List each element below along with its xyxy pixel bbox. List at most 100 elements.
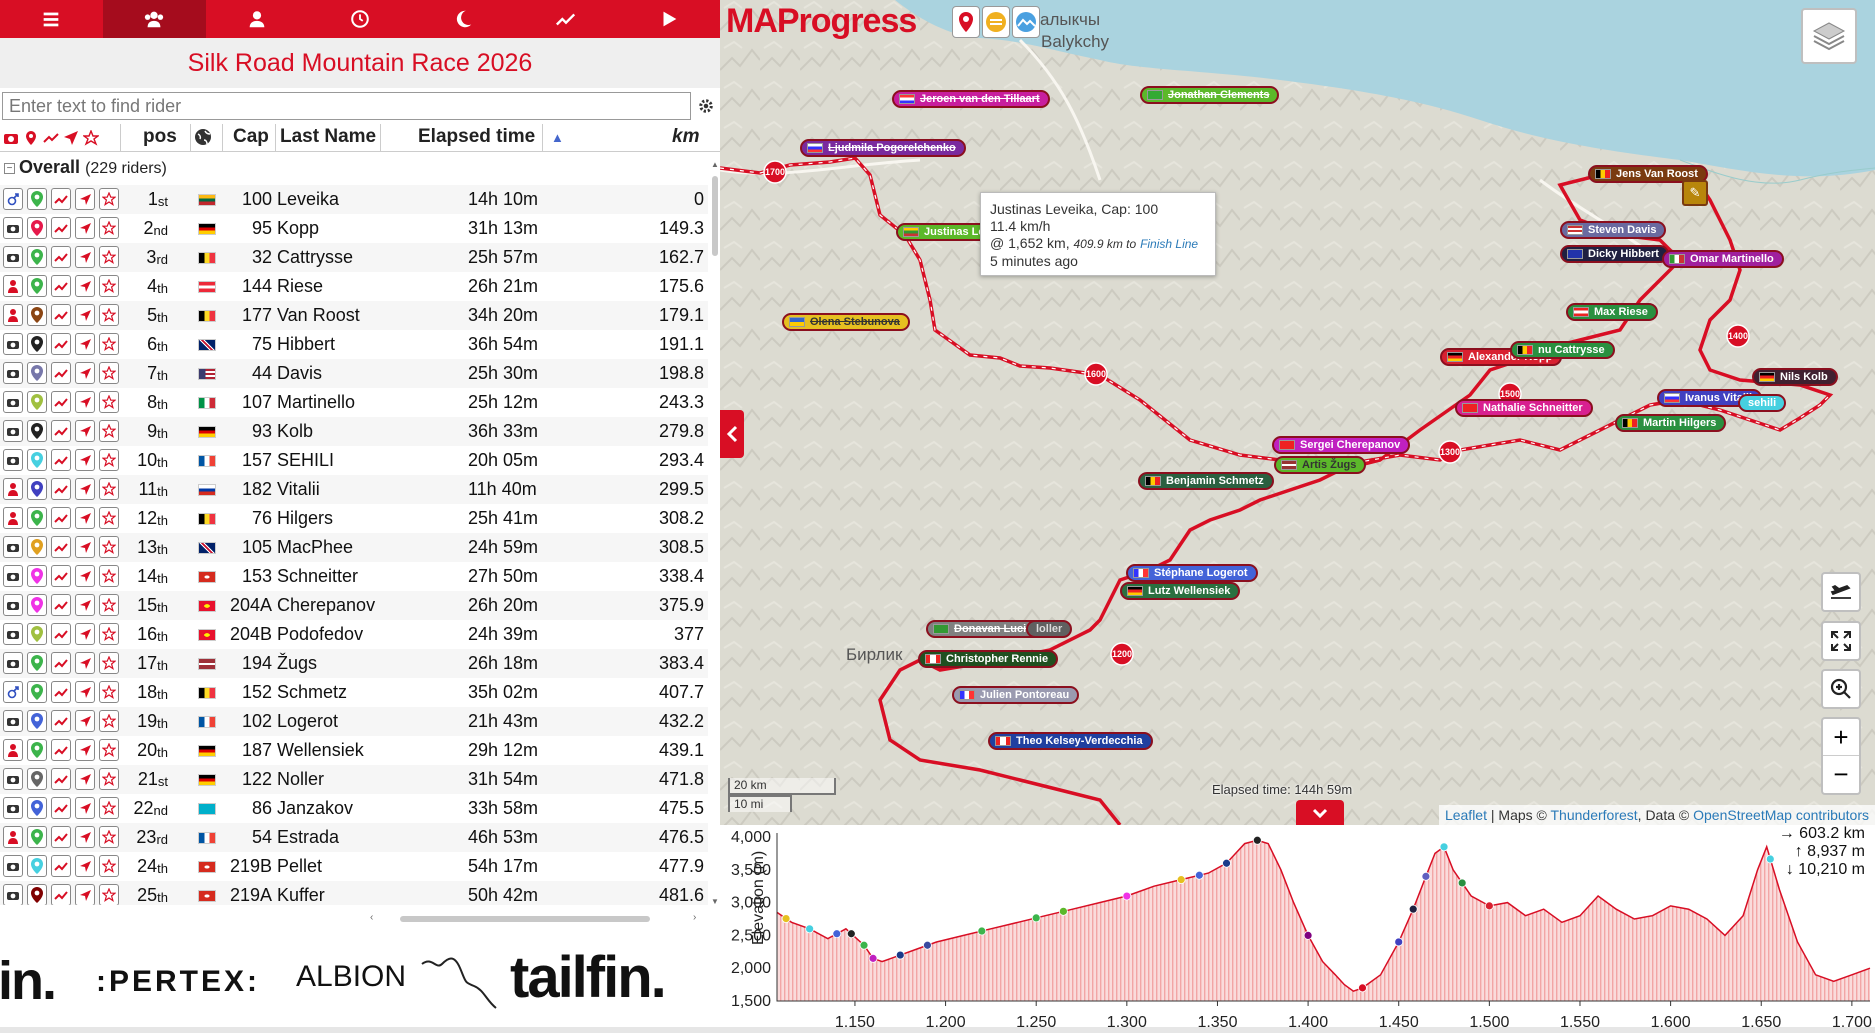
star-icon[interactable]	[99, 391, 119, 413]
table-row[interactable]: 23rd 54 Estrada 46h 53m 476.5	[0, 823, 708, 852]
navigate-icon[interactable]	[75, 362, 95, 384]
leaflet-link[interactable]: Leaflet	[1445, 807, 1487, 823]
rider-last-name[interactable]: Kuffer	[277, 885, 325, 905]
trend-icon[interactable]	[51, 333, 71, 355]
rider-elevation-marker[interactable]	[868, 953, 878, 963]
rider-label[interactable]: Dicky Hibbert	[1560, 245, 1669, 263]
pin-icon[interactable]	[27, 333, 47, 355]
camera-icon[interactable]	[3, 884, 23, 905]
pin-icon[interactable]	[27, 391, 47, 413]
rider-last-name[interactable]: Wellensiek	[277, 740, 364, 761]
table-row[interactable]: 6th 75 Hibbert 36h 54m 191.1	[0, 330, 708, 359]
trend-icon[interactable]	[51, 855, 71, 877]
rider-label[interactable]: Olena Stebunova	[782, 313, 910, 331]
rider-last-name[interactable]: Podofedov	[277, 624, 363, 645]
fullscreen-button[interactable]	[1821, 621, 1861, 661]
trend-icon[interactable]	[51, 420, 71, 442]
trend-icon[interactable]	[51, 391, 71, 413]
col-elapsed[interactable]: Elapsed time	[418, 126, 535, 148]
rider-last-name[interactable]: Žugs	[277, 653, 317, 674]
navigate-icon[interactable]	[75, 333, 95, 355]
navigate-icon[interactable]	[75, 797, 95, 819]
rider-label[interactable]: Stéphane Logerot	[1126, 564, 1258, 582]
navigate-icon[interactable]	[75, 710, 95, 732]
rider-label[interactable]: Jeroen van den Tillaart	[892, 90, 1050, 108]
navigate-icon[interactable]	[75, 275, 95, 297]
sponsor-logo[interactable]: in.	[0, 950, 57, 1012]
table-row[interactable]: 13th 105 MacPhee 24h 59m 308.5	[0, 533, 708, 562]
camera-icon[interactable]	[3, 710, 23, 732]
pin-icon[interactable]	[27, 478, 47, 500]
navigate-icon[interactable]	[75, 391, 95, 413]
table-row[interactable]: 22nd 86 Janzakov 33h 58m 475.5	[0, 794, 708, 823]
zoom-out-button[interactable]: −	[1823, 756, 1859, 793]
rider-elevation-marker[interactable]	[1439, 842, 1449, 852]
table-row[interactable]: 15th 204A Cherepanov 26h 20m 375.9	[0, 591, 708, 620]
rider-last-name[interactable]: Martinello	[277, 392, 355, 413]
pin-icon[interactable]	[27, 188, 47, 210]
rider-label[interactable]: Martin Hilgers	[1615, 414, 1727, 432]
pin-icon[interactable]	[27, 507, 47, 529]
rider-last-name[interactable]: Cattrysse	[277, 247, 353, 268]
trend-icon[interactable]	[51, 652, 71, 674]
table-row[interactable]: 7th 44 Davis 25h 30m 198.8	[0, 359, 708, 388]
navigate-icon[interactable]	[75, 623, 95, 645]
rider-elevation-marker[interactable]	[832, 929, 842, 939]
finish-line-link[interactable]: Finish Line	[1140, 237, 1198, 251]
group-tab[interactable]	[102, 0, 206, 38]
scroll-thumb[interactable]	[400, 916, 650, 922]
person-icon[interactable]	[3, 275, 23, 297]
navigate-icon[interactable]	[75, 536, 95, 558]
camera-icon[interactable]	[3, 797, 23, 819]
gender-icon[interactable]	[3, 681, 23, 703]
rider-last-name[interactable]: Kolb	[277, 421, 313, 442]
rider-elevation-marker[interactable]	[1194, 870, 1204, 880]
navigate-icon[interactable]	[75, 420, 95, 442]
pin-icon[interactable]	[27, 797, 47, 819]
table-row[interactable]: 8th 107 Martinello 25h 12m 243.3	[0, 388, 708, 417]
star-icon[interactable]	[99, 681, 119, 703]
rider-last-name[interactable]: Noller	[277, 769, 324, 790]
col-cap[interactable]: Cap	[233, 126, 269, 148]
navigate-icon[interactable]	[75, 826, 95, 848]
osm-link[interactable]: OpenStreetMap contributors	[1693, 807, 1869, 823]
star-icon[interactable]	[99, 304, 119, 326]
table-row[interactable]: 11th 182 Vitalii 11h 40m 299.5	[0, 475, 708, 504]
camera-icon[interactable]	[3, 362, 23, 384]
rider-last-name[interactable]: Leveika	[277, 189, 339, 210]
rider-last-name[interactable]: Van Roost	[277, 305, 360, 326]
rider-elevation-marker[interactable]	[1303, 931, 1313, 940]
scroll-right-icon[interactable]: ›	[693, 912, 696, 923]
scroll-up-icon[interactable]: ▲	[711, 160, 719, 169]
trend-icon[interactable]	[51, 362, 71, 384]
rider-elevation-marker[interactable]	[1408, 904, 1418, 914]
menu-button[interactable]	[0, 0, 103, 38]
trend-icon[interactable]	[51, 768, 71, 790]
col-km[interactable]: km	[672, 126, 699, 148]
rider-elevation-marker[interactable]	[1457, 878, 1467, 888]
pin-icon[interactable]	[27, 304, 47, 326]
trend-icon[interactable]	[51, 826, 71, 848]
rider-last-name[interactable]: Janzakov	[277, 798, 353, 819]
trend-icon[interactable]	[51, 217, 71, 239]
rider-search-input[interactable]	[2, 92, 691, 120]
zoom-box-button[interactable]	[1821, 669, 1861, 709]
rider-label[interactable]: Nils Kolb	[1752, 368, 1838, 386]
table-row[interactable]: 21st 122 Noller 31h 54m 471.8	[0, 765, 708, 794]
person-icon[interactable]	[3, 304, 23, 326]
user-tab[interactable]	[206, 0, 309, 38]
pin-icon[interactable]	[27, 768, 47, 790]
pin-mode-button[interactable]	[952, 6, 980, 38]
table-row[interactable]: 12th 76 Hilgers 25h 41m 308.2	[0, 504, 708, 533]
star-icon[interactable]	[99, 652, 119, 674]
camera-icon[interactable]	[3, 420, 23, 442]
collapse-toggle-icon[interactable]: −	[4, 163, 15, 174]
pin-icon[interactable]	[27, 681, 47, 703]
person-icon[interactable]	[3, 478, 23, 500]
sponsor-logo[interactable]: :PERTEX:	[96, 965, 260, 999]
trend-icon[interactable]	[51, 536, 71, 558]
flyover-button[interactable]	[1821, 572, 1861, 612]
navigate-icon[interactable]	[75, 884, 95, 905]
rider-elevation-marker[interactable]	[923, 940, 932, 950]
rider-label[interactable]: Julien Pontoreau	[952, 686, 1080, 704]
